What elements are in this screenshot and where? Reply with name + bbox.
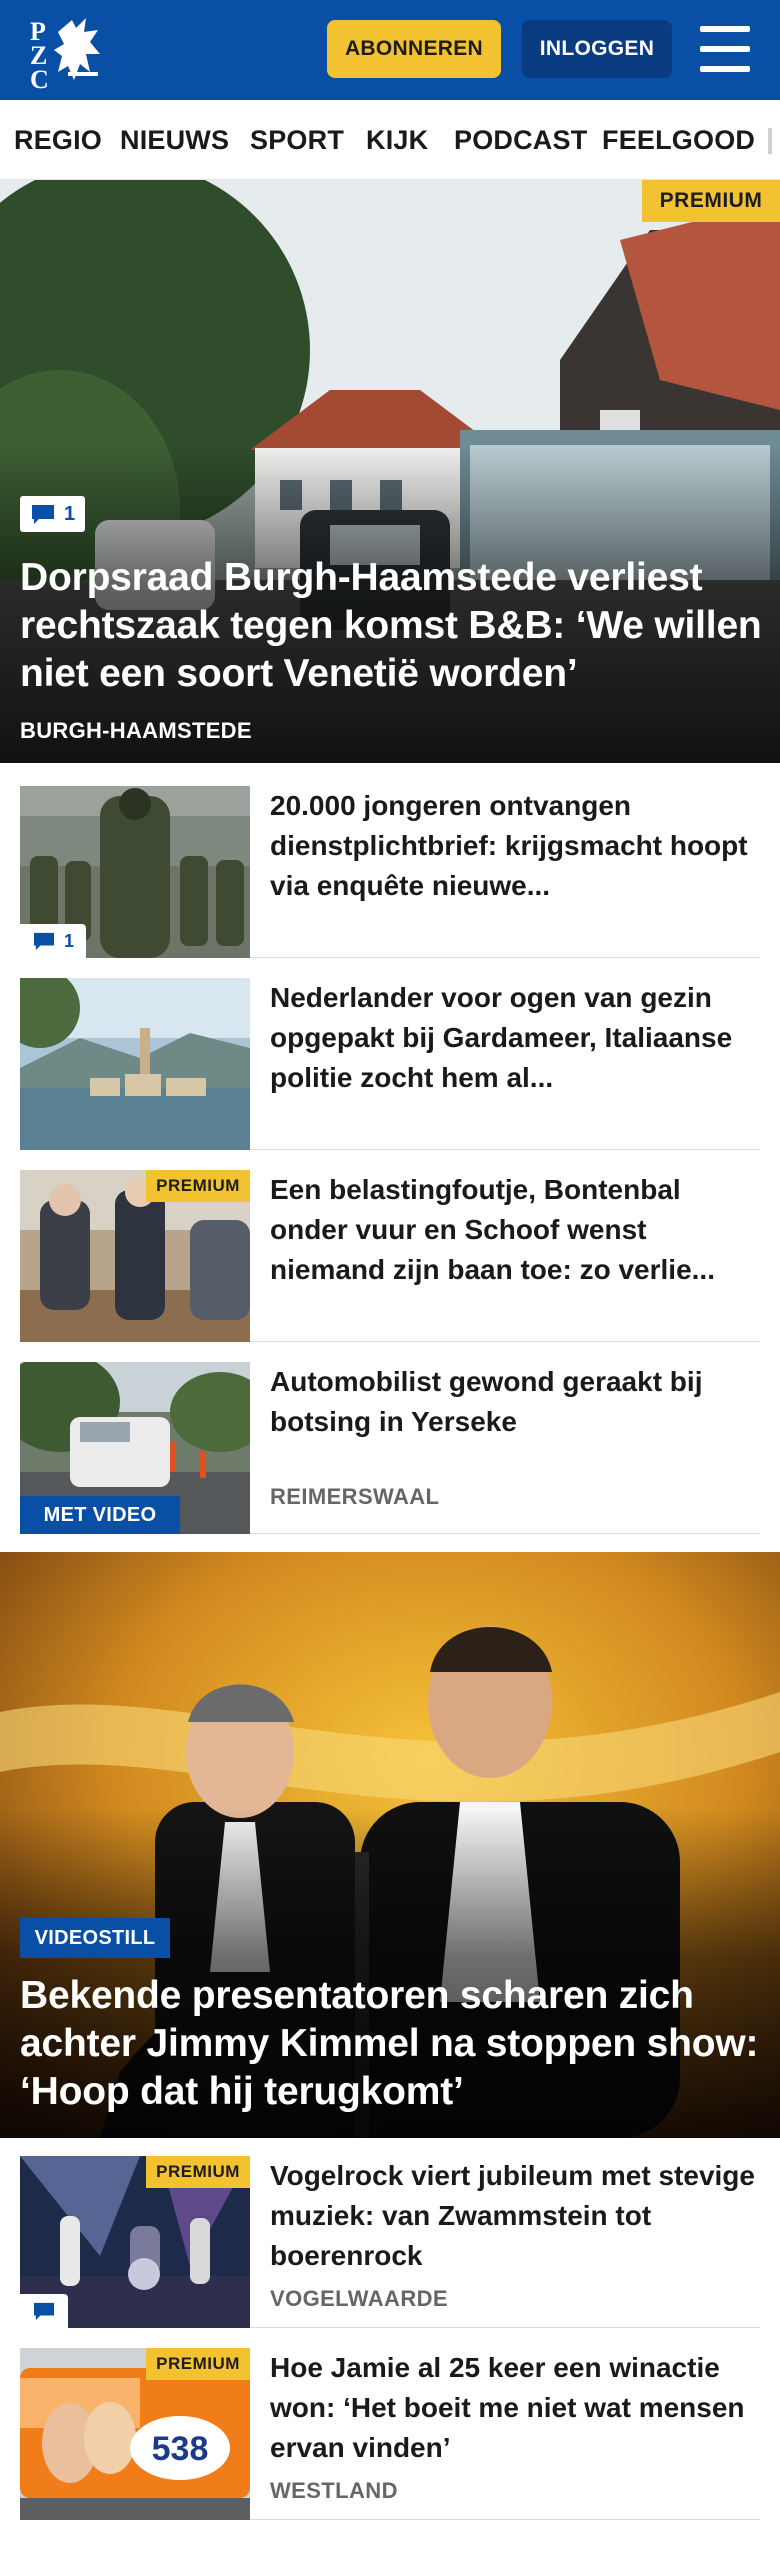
article-headline[interactable]: Automobilist gewond geraakt bij botsing … xyxy=(270,1362,760,1442)
article-headline[interactable]: Hoe Jamie al 25 keer een winactie won: ‘… xyxy=(270,2348,760,2468)
svg-text:C: C xyxy=(30,65,49,90)
article-thumbnail: 538 PREMIUM xyxy=(20,2348,250,2520)
video-badge: MET VIDEO xyxy=(20,1496,180,1534)
article-item[interactable]: 1 20.000 jongeren ontvangen dienstplicht… xyxy=(20,786,760,958)
hero-headline[interactable]: Bekende presentatoren scharen zich achte… xyxy=(20,1972,770,2116)
article-item[interactable]: MET VIDEO Automobilist gewond geraakt bi… xyxy=(20,1362,760,1534)
nav-item-sport[interactable]: SPORT xyxy=(250,100,344,179)
section-nav: REGIO NIEUWS SPORT KIJK PODCAST FEELGOOD xyxy=(0,100,780,180)
comment-count: 1 xyxy=(64,502,76,525)
nav-item-nieuws[interactable]: NIEUWS xyxy=(120,100,229,179)
pzc-logo[interactable]: P Z C xyxy=(28,10,108,90)
hero-location: BURGH-HAAMSTEDE xyxy=(20,718,252,743)
premium-badge: PREMIUM xyxy=(146,1170,250,1202)
article-location: WESTLAND xyxy=(270,2478,398,2503)
nav-item-feelgood[interactable]: FEELGOOD xyxy=(602,100,755,179)
hero-article[interactable]: PREMIUM 1 Dorpsraad Burgh-Haamstede verl… xyxy=(0,180,780,763)
nav-item-podcast[interactable]: PODCAST xyxy=(454,100,587,179)
hamburger-menu-icon[interactable] xyxy=(700,26,750,72)
premium-badge: PREMIUM xyxy=(146,2156,250,2188)
article-item[interactable]: Nederlander voor ogen van gezin opgepakt… xyxy=(20,978,760,1150)
article-location: VOGELWAARDE xyxy=(270,2286,448,2311)
comment-badge[interactable] xyxy=(20,2294,68,2328)
lake-garda-photo xyxy=(20,978,250,1150)
article-thumbnail: 1 xyxy=(20,786,250,958)
login-button[interactable]: INLOGGEN xyxy=(522,20,672,78)
article-headline[interactable]: Nederlander voor ogen van gezin opgepakt… xyxy=(270,978,760,1098)
nav-item-kijk[interactable]: KIJK xyxy=(366,100,428,179)
comment-count-badge[interactable]: 1 xyxy=(20,496,86,532)
comment-count-badge[interactable]: 1 xyxy=(20,924,87,958)
hero-headline[interactable]: Dorpsraad Burgh-Haamstede verliest recht… xyxy=(20,554,765,698)
nav-item-regio[interactable]: REGIO xyxy=(14,100,102,179)
article-headline[interactable]: Een belastingfoutje, Bontenbal onder vuu… xyxy=(270,1170,760,1290)
premium-badge: PREMIUM xyxy=(642,180,780,222)
article-headline[interactable]: Vogelrock viert jubileum met stevige muz… xyxy=(270,2156,760,2276)
article-location: REIMERSWAAL xyxy=(270,1484,440,1509)
subscribe-button[interactable]: ABONNEREN xyxy=(327,20,501,78)
article-thumbnail xyxy=(20,978,250,1150)
comment-icon xyxy=(34,2302,54,2321)
article-thumbnail: PREMIUM xyxy=(20,2156,250,2328)
premium-badge: PREMIUM xyxy=(146,2348,250,2380)
comment-count: 1 xyxy=(64,930,75,951)
nav-overflow-indicator xyxy=(768,128,772,154)
comment-icon xyxy=(34,932,54,951)
article-item[interactable]: PREMIUM Een belastingfoutje, Bontenbal o… xyxy=(20,1170,760,1342)
site-header: P Z C ABONNEREN INLOGGEN xyxy=(0,0,780,100)
article-headline[interactable]: 20.000 jongeren ontvangen dienstplichtbr… xyxy=(270,786,760,906)
article-thumbnail: PREMIUM xyxy=(20,1170,250,1342)
comment-icon xyxy=(32,505,54,524)
article-thumbnail: MET VIDEO xyxy=(20,1362,250,1534)
bus-logo-text: 538 xyxy=(152,2430,209,2468)
article-item[interactable]: PREMIUM Vogelrock viert jubileum met ste… xyxy=(20,2156,760,2328)
videostill-badge: VIDEOSTILL xyxy=(20,1918,170,1958)
article-item[interactable]: 538 PREMIUM Hoe Jamie al 25 keer een win… xyxy=(20,2348,760,2520)
hero-article-video[interactable]: VIDEOSTILL Bekende presentatoren scharen… xyxy=(0,1552,780,2138)
